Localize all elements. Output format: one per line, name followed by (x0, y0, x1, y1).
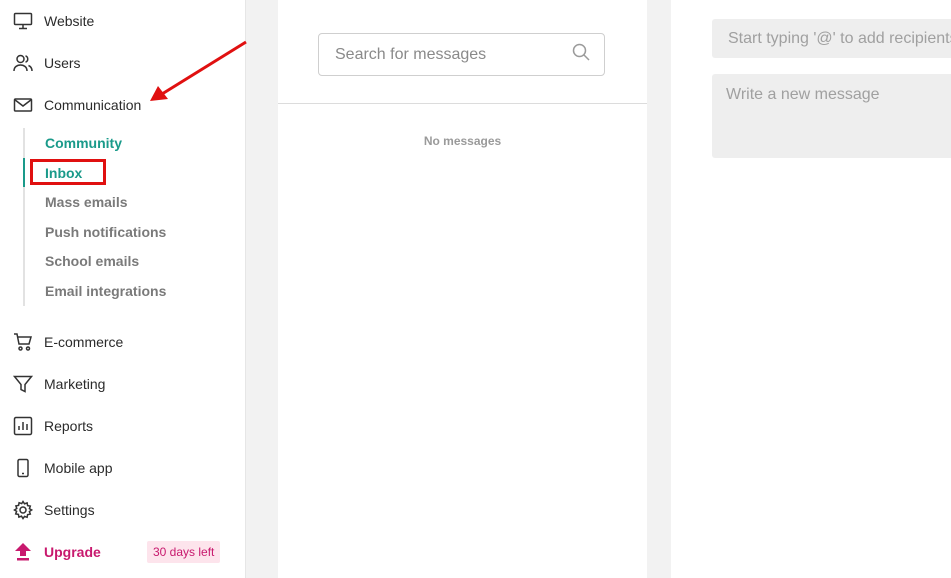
panel-gutter (246, 0, 278, 578)
subnav-item-community[interactable]: Community (45, 135, 122, 151)
message-field-container[interactable] (712, 74, 951, 158)
sidebar-item-marketing[interactable]: Marketing (12, 370, 105, 398)
annotation-highlight-box (30, 159, 106, 185)
subnav-item-push-notifications[interactable]: Push notifications (45, 224, 166, 240)
sidebar-item-users[interactable]: Users (12, 49, 81, 77)
sidebar-item-label: Website (44, 13, 95, 29)
sidebar-item-label: Settings (44, 502, 95, 518)
subnav-item-school-emails[interactable]: School emails (45, 253, 139, 269)
subnav-item-mass-emails[interactable]: Mass emails (45, 194, 128, 210)
sidebar-item-upgrade[interactable]: Upgrade (12, 538, 101, 566)
gear-icon (12, 499, 34, 521)
subnav-track (23, 128, 25, 306)
sidebar-item-label: E-commerce (44, 334, 124, 350)
sidebar-item-mobile-app[interactable]: Mobile app (12, 454, 113, 482)
sidebar-item-label: Upgrade (44, 544, 101, 560)
sidebar-item-label: Mobile app (44, 460, 113, 476)
search-box[interactable] (318, 33, 605, 76)
message-input[interactable] (726, 86, 951, 146)
mail-icon (12, 94, 34, 116)
filter-icon (12, 373, 34, 395)
monitor-icon (12, 10, 34, 32)
compose-panel (671, 0, 951, 578)
recipient-input[interactable] (726, 28, 951, 49)
cart-icon (12, 331, 34, 353)
sidebar-item-communication[interactable]: Communication (12, 91, 141, 119)
empty-state-text: No messages (423, 134, 502, 148)
sidebar-item-label: Users (44, 55, 81, 71)
sidebar-item-reports[interactable]: Reports (12, 412, 93, 440)
phone-icon (12, 457, 34, 479)
trial-days-badge: 30 days left (147, 541, 221, 563)
users-icon (12, 52, 34, 74)
sidebar-item-ecommerce[interactable]: E-commerce (12, 328, 123, 356)
recipient-field-container[interactable] (712, 19, 951, 58)
search-input[interactable] (333, 44, 572, 65)
sidebar-item-settings[interactable]: Settings (12, 496, 95, 524)
sidebar-item-label: Communication (44, 97, 142, 113)
sidebar-item-label: Reports (44, 418, 94, 434)
upgrade-icon (12, 541, 34, 563)
subnav-item-email-integrations[interactable]: Email integrations (45, 283, 166, 299)
subnav-active-indicator (23, 158, 25, 187)
divider (278, 103, 647, 104)
message-list-panel: No messages (278, 0, 647, 578)
panel-gutter (647, 0, 671, 578)
search-icon[interactable] (572, 43, 590, 66)
sidebar-item-label: Marketing (44, 376, 106, 392)
sidebar: Website Users Communication Community In… (0, 0, 246, 578)
chart-icon (12, 415, 34, 437)
sidebar-item-website[interactable]: Website (12, 7, 94, 35)
